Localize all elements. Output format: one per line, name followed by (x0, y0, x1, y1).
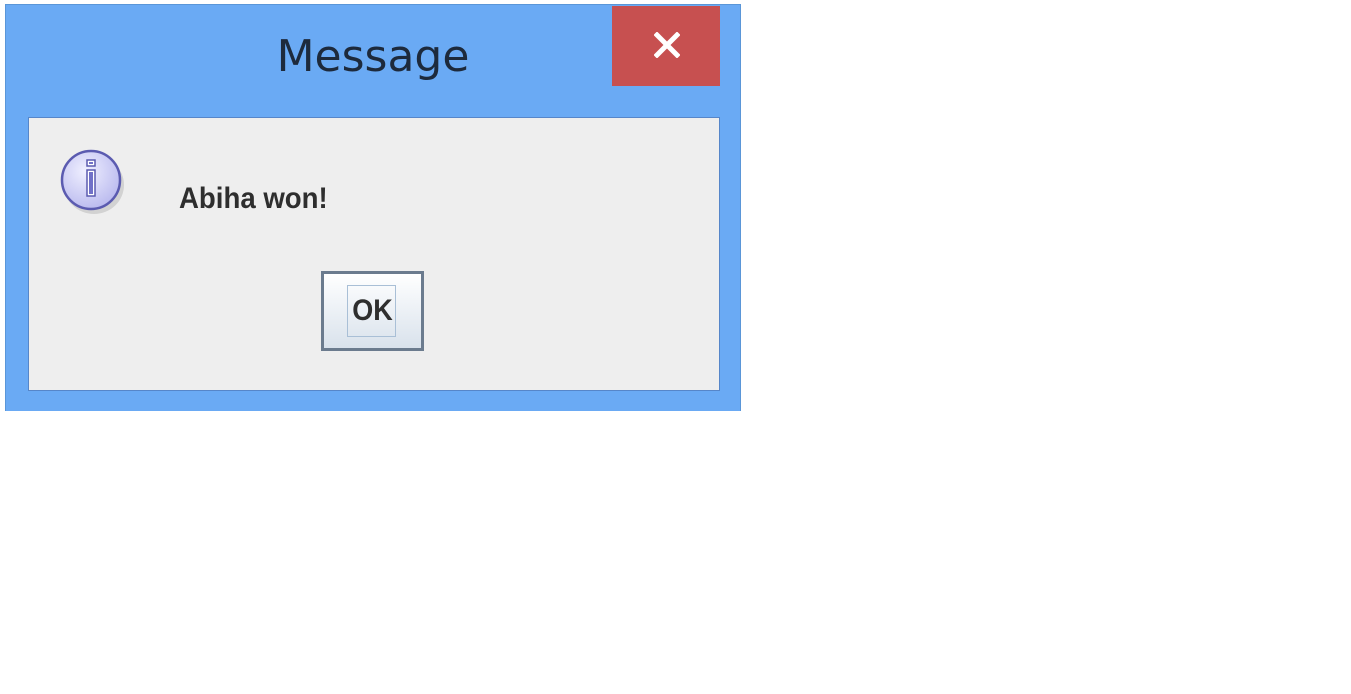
message-dialog: Message Abiha won! OK (5, 4, 741, 411)
message-text: Abiha won! (179, 182, 328, 215)
ok-button-label: OK (352, 294, 393, 327)
dialog-content: Abiha won! OK (28, 117, 720, 391)
information-icon (60, 149, 124, 214)
title-bar[interactable]: Message (6, 5, 740, 113)
close-button[interactable] (612, 6, 720, 86)
close-x-icon (654, 32, 680, 58)
ok-button[interactable]: OK (321, 271, 424, 351)
